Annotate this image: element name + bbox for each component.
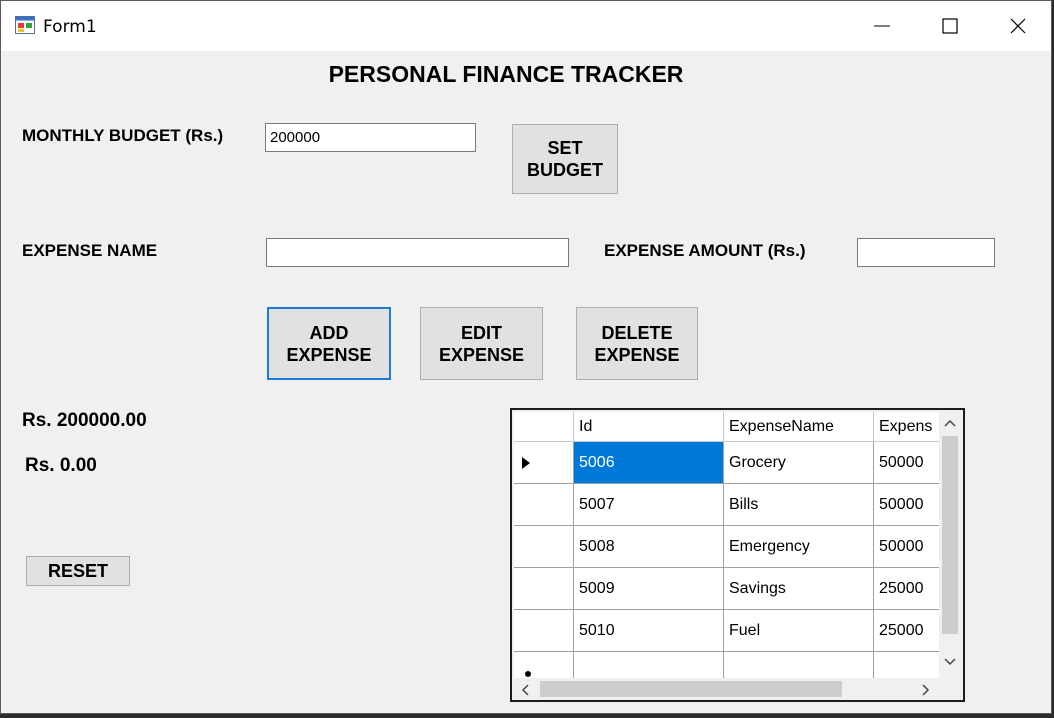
table-row-2-id[interactable]: 5008 [574,526,724,568]
scrollbar-corner [939,678,961,700]
row-header[interactable] [514,526,574,568]
edit-expense-label: EDIT EXPENSE [438,322,525,365]
monthly-budget-input[interactable] [265,123,476,152]
row-header[interactable] [514,610,574,652]
new-row-star-icon [525,671,531,677]
column-header-expense-amount[interactable]: Expens [874,412,939,442]
row-header[interactable] [514,568,574,610]
window-title: Form1 [43,17,97,37]
title-bar[interactable]: Form1 [1,1,1051,51]
column-header-expense-name[interactable]: ExpenseName [724,412,874,442]
table-row-3-name[interactable]: Savings [724,568,874,610]
table-row-1-name[interactable]: Bills [724,484,874,526]
remaining-budget-value: Rs. 200000.00 [22,410,147,431]
table-row-4-amount[interactable]: 25000 [874,610,939,652]
table-row-3-amount[interactable]: 25000 [874,568,939,610]
scroll-right-icon[interactable] [922,684,930,696]
current-row-arrow-icon [522,456,530,469]
monthly-budget-label: MONTHLY BUDGET (Rs.) [22,126,224,145]
page-title: PERSONAL FINANCE TRACKER [328,61,684,87]
add-expense-label: ADD EXPENSE [286,322,372,365]
row-header-selected[interactable] [514,442,574,484]
scroll-down-icon[interactable] [944,658,956,666]
add-expense-button[interactable]: ADD EXPENSE [267,307,391,380]
table-row-1-id[interactable]: 5007 [574,484,724,526]
row-header[interactable] [514,484,574,526]
close-button[interactable] [983,1,1051,51]
set-budget-button[interactable]: SET BUDGET [512,124,618,194]
minimize-button[interactable] [847,1,917,51]
table-row-3-id[interactable]: 5009 [574,568,724,610]
minimize-icon [874,25,890,27]
horizontal-scrollbar[interactable] [514,678,939,700]
table-row-2-name[interactable]: Emergency [724,526,874,568]
table-row-4-id[interactable]: 5010 [574,610,724,652]
new-row-header[interactable] [514,652,574,678]
new-row-cell[interactable] [574,652,724,678]
form-app-icon [15,16,35,34]
new-row-cell[interactable] [724,652,874,678]
table-row-0-id[interactable]: 5006 [574,442,724,484]
form-window: Form1 PERSONAL FINANCE TRACKER MONTHLY B… [0,0,1052,714]
expense-name-input[interactable] [266,238,569,267]
maximize-button[interactable] [915,1,985,51]
table-row-0-amount[interactable]: 50000 [874,442,939,484]
total-spent-value: Rs. 0.00 [25,455,97,476]
expense-name-label: EXPENSE NAME [22,241,158,260]
expense-data-grid[interactable]: Id ExpenseName Expens 5006 Grocery 50000… [510,408,965,702]
reset-label: RESET [47,561,108,581]
grid-corner-header[interactable] [514,412,574,442]
table-row-0-name[interactable]: Grocery [724,442,874,484]
maximize-icon [942,18,958,34]
set-budget-label: SET BUDGET [527,138,603,180]
expense-amount-input[interactable] [857,238,995,267]
column-header-id[interactable]: Id [574,412,724,442]
vertical-scroll-thumb[interactable] [942,436,958,634]
edit-expense-button[interactable]: EDIT EXPENSE [420,307,543,380]
delete-expense-button[interactable]: DELETE EXPENSE [576,307,698,380]
vertical-scrollbar[interactable] [939,412,961,678]
scroll-left-icon[interactable] [521,684,529,696]
table-row-1-amount[interactable]: 50000 [874,484,939,526]
expense-amount-label: EXPENSE AMOUNT (Rs.) [604,241,806,260]
scroll-up-icon[interactable] [944,419,956,427]
horizontal-scroll-thumb[interactable] [540,681,842,697]
delete-expense-label: DELETE EXPENSE [594,322,680,365]
new-row-cell[interactable] [874,652,939,678]
close-icon [1010,18,1026,34]
reset-button[interactable]: RESET [26,556,130,586]
table-row-2-amount[interactable]: 50000 [874,526,939,568]
table-row-4-name[interactable]: Fuel [724,610,874,652]
